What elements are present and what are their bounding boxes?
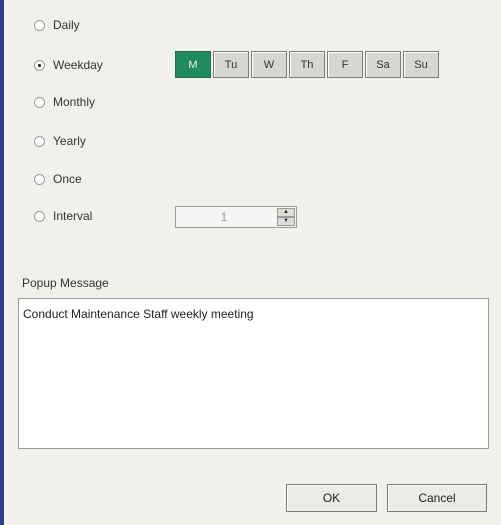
ok-button[interactable]: OK [286,484,377,512]
day-button-f[interactable]: F [327,51,363,78]
radio-monthly[interactable]: Monthly [34,92,95,112]
radio-label-monthly: Monthly [53,95,96,109]
radio-interval[interactable]: Interval [34,206,92,226]
radio-yearly[interactable]: Yearly [34,131,86,151]
interval-value[interactable]: 1 [176,207,272,227]
day-button-su[interactable]: Su [403,51,439,78]
spin-up-icon[interactable]: ▲ [277,208,295,217]
spin-down-icon[interactable]: ▼ [277,217,295,226]
popup-message-field[interactable]: Conduct Maintenance Staff weekly meeting [18,298,489,449]
window-edge [0,0,4,525]
popup-message-label: Popup Message [22,276,109,290]
radio-daily[interactable]: Daily [34,15,80,35]
cancel-button[interactable]: Cancel [387,484,487,512]
radio-label-daily: Daily [53,18,80,32]
day-button-th[interactable]: Th [289,51,325,78]
radio-button[interactable] [34,19,45,31]
radio-once[interactable]: Once [34,169,82,189]
day-button-tu[interactable]: Tu [213,51,249,78]
radio-button[interactable] [34,59,45,71]
radio-button[interactable] [34,173,45,185]
radio-label-once: Once [53,172,82,186]
radio-label-weekday: Weekday [53,58,103,72]
schedule-dialog: Daily Weekday Monthly Yearly Once Interv… [0,0,501,525]
day-button-m[interactable]: M [175,51,211,78]
weekday-selector: M Tu W Th F Sa Su [175,51,439,78]
radio-label-yearly: Yearly [53,134,86,148]
day-button-w[interactable]: W [251,51,287,78]
radio-weekday[interactable]: Weekday [34,55,103,75]
spinner-buttons: ▲ ▼ [277,208,295,226]
radio-button[interactable] [34,135,45,147]
day-button-sa[interactable]: Sa [365,51,401,78]
interval-spinner[interactable]: 1 ▲ ▼ [175,206,297,228]
radio-button[interactable] [34,210,45,222]
radio-label-interval: Interval [53,209,93,223]
radio-button[interactable] [34,96,45,108]
